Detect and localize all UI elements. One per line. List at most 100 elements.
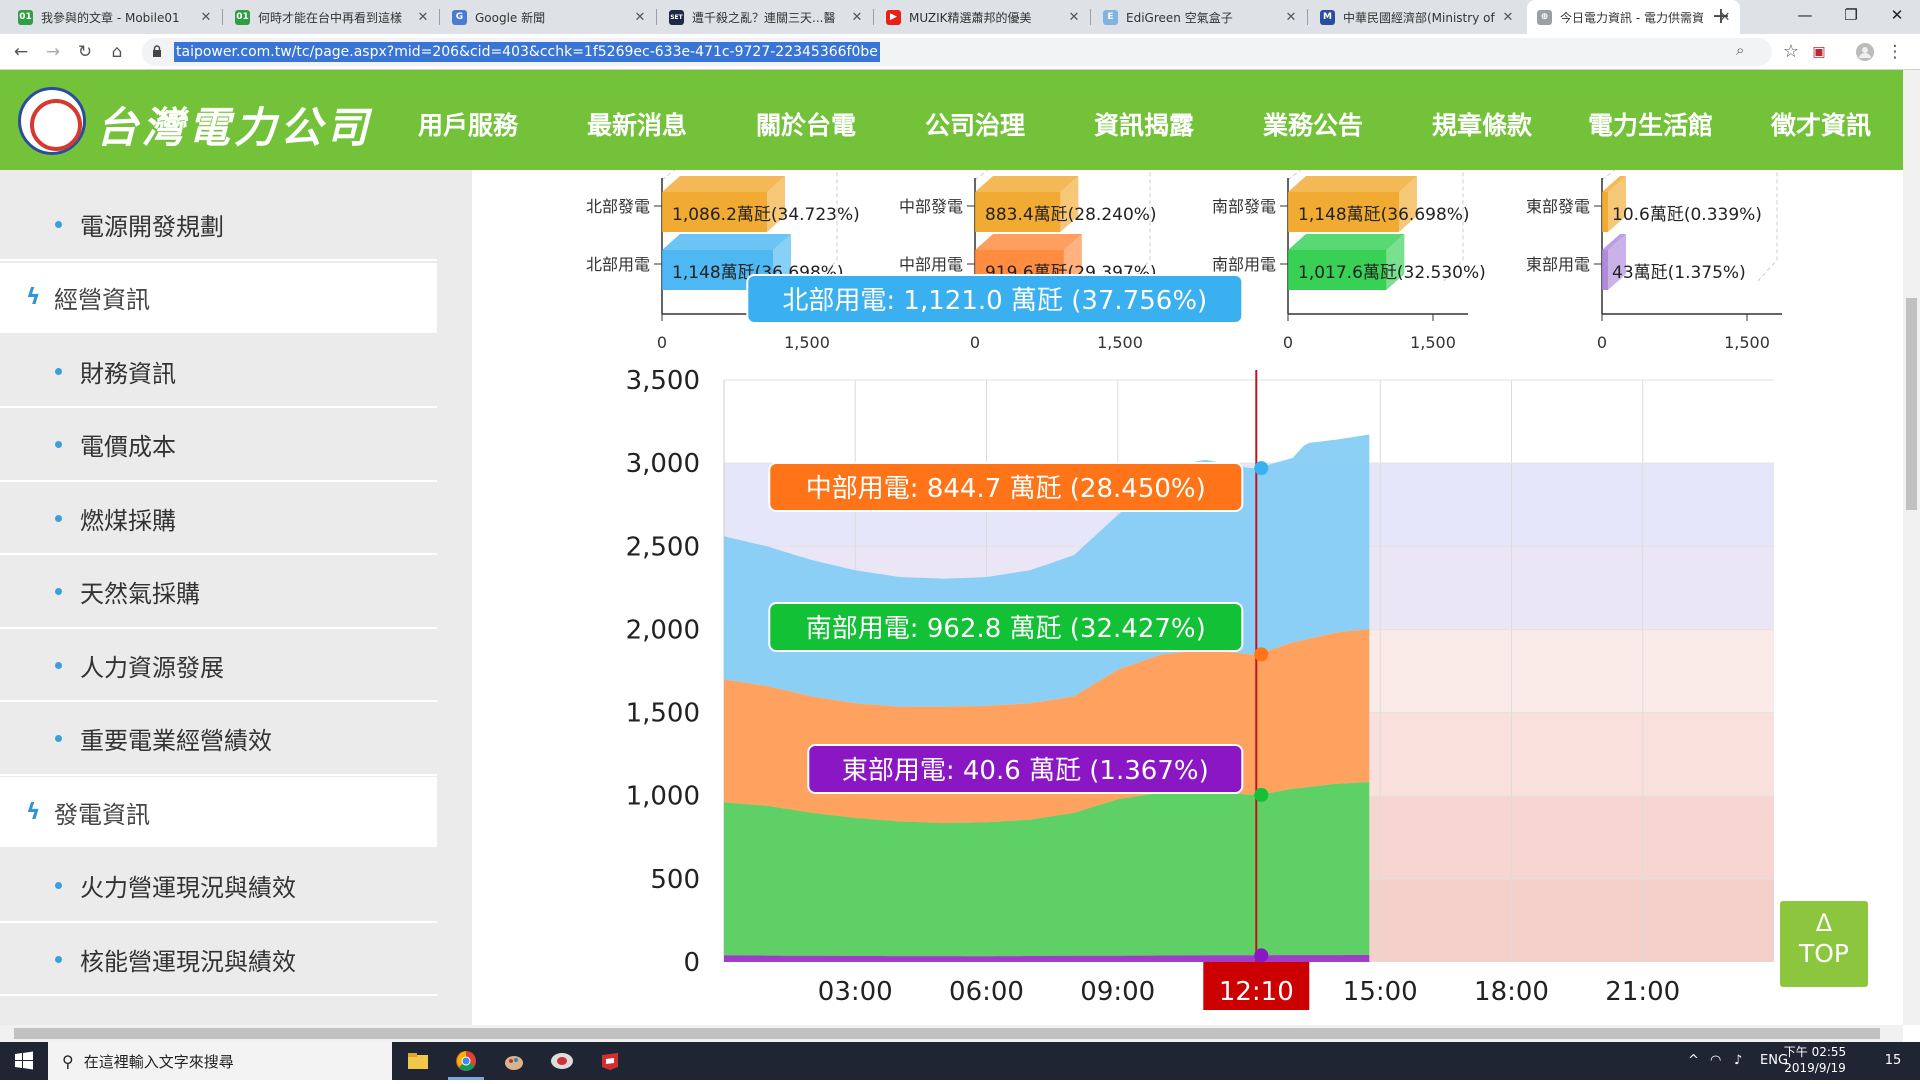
new-tab-button[interactable]: + <box>1708 4 1734 30</box>
bar[interactable] <box>1602 250 1608 290</box>
bullet-icon <box>55 735 62 742</box>
lightning-bolt-icon: ϟ <box>26 285 41 310</box>
sidebar-item[interactable]: 天然氣採購 <box>0 556 437 629</box>
sidebar-item[interactable]: 人力資源發展 <box>0 630 437 702</box>
nav-item[interactable]: 徵才資訊 <box>1771 106 1871 142</box>
minimize-button[interactable]: — <box>1782 0 1828 30</box>
star-icon[interactable]: ☆ <box>1778 39 1804 65</box>
x-tick-label: 18:00 <box>1474 977 1549 1007</box>
sidebar-item[interactable]: 燃煤採購 <box>0 483 437 555</box>
tab-title: 遭千殺之亂？連關三天...醫 <box>692 10 836 25</box>
tooltip-marker <box>1254 461 1269 476</box>
bar-category-label: 北部發電 <box>586 197 650 216</box>
tab-close-icon[interactable]: ✕ <box>1499 10 1517 25</box>
sidebar-item[interactable]: 火力營運現況與績效 <box>0 850 437 923</box>
tab-close-icon[interactable]: ✕ <box>1282 10 1300 25</box>
x-tick-label: 06:00 <box>949 977 1024 1007</box>
panel-x-tick-label: 0 <box>657 333 667 352</box>
sidebar-category[interactable]: ϟ 經營資訊 <box>0 262 437 335</box>
sidebar-item[interactable]: 電源開發規劃 <box>0 189 437 261</box>
horizontal-scrollbar[interactable] <box>0 1025 1903 1042</box>
browser-tab[interactable]: SET 遭千殺之亂？連關三天...醫 ✕ <box>659 0 872 34</box>
region-panel: 中部發電 883.4萬瓩(28.240%)中部用電 919.6萬瓩(29.397%)… <box>899 170 1157 352</box>
region-panel: 北部發電 1,086.2萬瓩(34.723%)北部用電 1,148萬瓩(36.698… <box>586 170 860 352</box>
tab-title: MUZIK精選蕭邦的優美 <box>909 10 1032 25</box>
network-icon[interactable]: ◠ <box>1710 1042 1721 1080</box>
address-bar[interactable]: taipower.com.tw/tc/page.aspx?mid=206&cid… <box>142 38 1772 66</box>
nav-item[interactable]: 用戶服務 <box>418 106 518 142</box>
region-panel: 南部發電 1,148萬瓩(36.698%) 南部用電 1,017.6萬瓩(32.530… <box>1212 170 1486 352</box>
bar-value-label: 10.6萬瓩(0.339%) <box>1612 205 1762 225</box>
bar-category-label: 東部用電 <box>1526 255 1590 274</box>
tab-close-icon[interactable]: ✕ <box>414 10 432 25</box>
y-tick-label: 3,000 <box>626 449 700 479</box>
vertical-scrollbar[interactable] <box>1903 70 1920 1025</box>
browser-tab[interactable]: M 中華民國經濟部(Ministry of ✕ <box>1310 0 1523 34</box>
nav-item[interactable]: 規章條款 <box>1432 106 1532 142</box>
red-app-icon[interactable] <box>586 1042 634 1080</box>
sidebar-item[interactable]: 財務資訊 <box>0 336 437 408</box>
home-icon[interactable]: ⌂ <box>104 39 130 65</box>
tab-close-icon[interactable]: ✕ <box>848 10 866 25</box>
windows-start-button[interactable] <box>0 1042 48 1080</box>
browser-tab[interactable]: G Google 新聞 ✕ <box>442 0 655 34</box>
sidebar-category[interactable]: ϟ 發電資訊 <box>0 777 437 849</box>
maximize-button[interactable]: ❐ <box>1828 0 1874 30</box>
nav-item[interactable]: 業務公告 <box>1263 106 1363 142</box>
nav-item[interactable]: 最新消息 <box>587 106 687 142</box>
tab-title: EdiGreen 空氣盒子 <box>1126 10 1233 25</box>
app-icon[interactable] <box>538 1042 586 1080</box>
site-logo-text[interactable]: 台灣電力公司 <box>96 94 372 155</box>
bar-top-face <box>1288 176 1417 192</box>
nav-item[interactable]: 公司治理 <box>925 106 1025 142</box>
tab-close-icon[interactable]: ✕ <box>1065 10 1083 25</box>
extension-icon[interactable]: ▣ <box>1806 39 1832 65</box>
sidebar-item[interactable]: 核能營運現況與績效 <box>0 924 437 996</box>
browser-tab[interactable]: 01 何時才能在台中再看到這樣 ✕ <box>225 0 438 34</box>
sidebar-item[interactable]: 重要電業經營績效 <box>0 703 437 776</box>
vertical-scrollbar-thumb[interactable] <box>1906 298 1917 510</box>
bullet-icon <box>55 441 62 448</box>
browser-tab[interactable]: E EdiGreen 空氣盒子 ✕ <box>1093 0 1306 34</box>
nav-item[interactable]: 電力生活館 <box>1588 106 1713 142</box>
bar[interactable] <box>1602 192 1608 232</box>
forward-icon[interactable]: → <box>40 39 66 65</box>
close-window-button[interactable]: ✕ <box>1874 0 1920 30</box>
sidebar-item[interactable]: 電價成本 <box>0 409 437 482</box>
sidebar-item-label: 經營資訊 <box>54 286 150 314</box>
back-icon[interactable]: ← <box>8 39 34 65</box>
notification-center-icon[interactable]: 15 <box>1878 1042 1908 1080</box>
nav-item[interactable]: 資訊揭露 <box>1094 106 1194 142</box>
bar-category-label: 中部用電 <box>899 255 963 274</box>
taskbar-search-box[interactable]: ⚲ 在這裡輸入文字來搜尋 <box>48 1042 392 1080</box>
menu-icon[interactable]: ⋮ <box>1882 39 1908 65</box>
tooltip-text: 南部用電: 962.8 萬瓩 (32.427%) <box>806 614 1206 644</box>
clock-date: 2019/9/19 <box>1784 1061 1846 1075</box>
chrome-icon[interactable] <box>442 1042 490 1080</box>
sidebar-item-label: 發電資訊 <box>54 800 150 829</box>
nav-item[interactable]: 關於台電 <box>756 106 856 142</box>
profile-icon[interactable] <box>1852 39 1878 65</box>
zoom-icon[interactable]: ⌕ <box>1736 41 1744 59</box>
system-clock[interactable]: 下午 02:55 2019/9/19 <box>1780 1044 1850 1076</box>
tray-overflow-icon[interactable]: ^ <box>1688 1042 1699 1080</box>
back-to-top-button[interactable]: Δ TOP <box>1780 901 1868 987</box>
paint-icon[interactable] <box>490 1042 538 1080</box>
browser-tab[interactable]: 01 我參與的文章 - Mobile01 ✕ <box>8 0 221 34</box>
url-text[interactable]: taipower.com.tw/tc/page.aspx?mid=206&cid… <box>174 42 880 62</box>
reload-icon[interactable]: ↻ <box>72 39 98 65</box>
taipower-logo-icon[interactable] <box>18 87 86 155</box>
tab-close-icon[interactable]: ✕ <box>197 10 215 25</box>
lock-icon <box>153 45 161 57</box>
panel-x-tick-label: 1,500 <box>1410 333 1456 352</box>
area-series[interactable] <box>724 955 1370 962</box>
browser-toolbar: ← → ↻ ⌂ taipower.com.tw/tc/page.aspx?mid… <box>0 34 1920 70</box>
sidebar-item-label: 電價成本 <box>80 433 176 461</box>
file-explorer-icon[interactable] <box>394 1042 442 1080</box>
tab-close-icon[interactable]: ✕ <box>631 10 649 25</box>
volume-icon[interactable]: ♪ <box>1734 1042 1742 1080</box>
tab-title: 我參與的文章 - Mobile01 <box>41 10 180 25</box>
bullet-icon <box>55 661 62 669</box>
horizontal-scrollbar-thumb[interactable] <box>14 1028 1880 1039</box>
browser-tab[interactable]: ▶ MUZIK精選蕭邦的優美 ✕ <box>876 0 1089 34</box>
